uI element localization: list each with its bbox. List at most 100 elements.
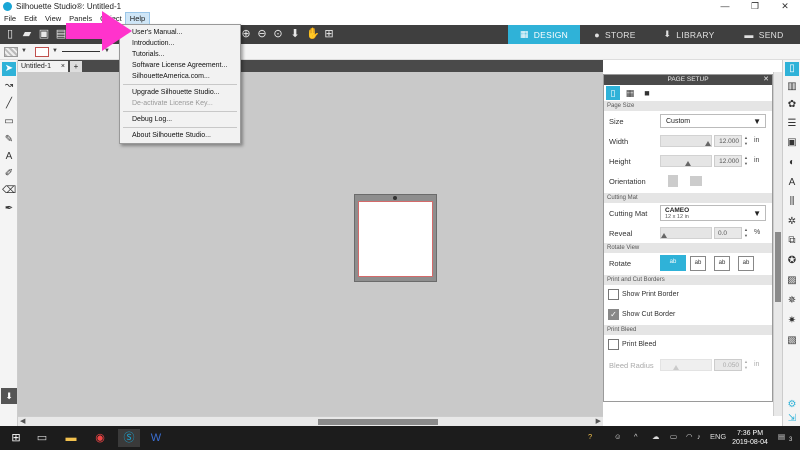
fill-palette-icon[interactable]: ✿ xyxy=(785,98,799,112)
close-icon[interactable]: ✕ xyxy=(763,75,769,85)
drawing-tool-icon[interactable]: ✎ xyxy=(2,133,16,147)
page-sheet[interactable] xyxy=(358,201,433,277)
height-slider[interactable] xyxy=(660,155,712,167)
menu-view[interactable]: View xyxy=(41,13,65,25)
rotate-180-button[interactable]: ab xyxy=(714,256,730,271)
show-cut-border-checkbox[interactable]: ✓ xyxy=(608,309,619,320)
transparency-icon[interactable]: ◐ xyxy=(785,156,799,170)
page-setup-icon[interactable]: ▯ xyxy=(785,62,799,76)
slider-handle-icon[interactable] xyxy=(685,161,691,166)
new-document-icon[interactable]: ▯ xyxy=(4,28,16,40)
cloud-tray-icon[interactable]: ☁ xyxy=(652,432,660,441)
menu-file[interactable]: File xyxy=(0,13,20,25)
rotate-0-button[interactable]: ab xyxy=(660,255,686,271)
point-edit-tool-icon[interactable]: ↝ xyxy=(2,79,16,93)
reveal-slider[interactable] xyxy=(660,227,712,239)
menu-item-tutorials[interactable]: Tutorials... xyxy=(120,49,240,60)
print-bleed-checkbox[interactable] xyxy=(608,339,619,350)
language-indicator[interactable]: ENG xyxy=(710,432,726,441)
library-download-icon[interactable]: ⬇ xyxy=(1,388,17,404)
landscape-icon[interactable] xyxy=(690,176,702,186)
tab-store[interactable]: ● STORE xyxy=(580,25,650,44)
slider-handle-icon[interactable] xyxy=(673,365,679,370)
line-color-swatch[interactable] xyxy=(35,47,49,57)
task-view-icon[interactable]: ▭ xyxy=(34,429,50,447)
menu-item-about[interactable]: About Silhouette Studio... xyxy=(120,130,240,141)
align-icon[interactable]: ⫼ xyxy=(785,195,799,209)
height-field[interactable]: 12.000 xyxy=(714,155,742,167)
fit-to-page-icon[interactable]: ⊞ xyxy=(323,28,335,40)
cutting-mat-dropdown[interactable]: CAMEO 12 x 12 in ▼ xyxy=(660,205,766,221)
tab-library[interactable]: ⬇ LIBRARY xyxy=(650,25,728,44)
trace-icon[interactable]: ▨ xyxy=(785,274,799,288)
design-canvas[interactable] xyxy=(18,72,603,416)
wifi-icon[interactable]: ◠ xyxy=(686,432,693,441)
horizontal-scrollbar[interactable]: ◀ ▶ xyxy=(18,416,603,426)
line-tool-icon[interactable]: ╱ xyxy=(2,97,16,111)
slider-handle-icon[interactable] xyxy=(705,141,711,146)
expand-icon[interactable]: ⇲ xyxy=(785,412,799,426)
modify-icon[interactable]: ⧉ xyxy=(785,234,799,248)
vertical-scrollbar[interactable] xyxy=(773,72,782,416)
chrome-icon[interactable]: ◉ xyxy=(92,429,108,447)
rectangle-tool-icon[interactable]: ▭ xyxy=(2,115,16,129)
chevron-down-icon[interactable]: ▼ xyxy=(52,48,58,54)
page-icon[interactable]: ▯ xyxy=(606,86,620,100)
silhouette-taskbar-icon[interactable]: Ⓢ xyxy=(118,429,140,447)
menu-item-license-agreement[interactable]: Software License Agreement... xyxy=(120,60,240,71)
close-button[interactable]: ✕ xyxy=(770,0,800,13)
eraser-tool-icon[interactable]: ⌫ xyxy=(2,184,16,198)
show-print-border-checkbox[interactable] xyxy=(608,289,619,300)
show-hidden-icons-icon[interactable]: ^ xyxy=(634,432,638,441)
open-folder-icon[interactable]: ▰ xyxy=(21,28,33,40)
tab-send[interactable]: ▬ SEND xyxy=(728,25,800,44)
offset-icon[interactable]: ✪ xyxy=(785,254,799,268)
rotate-270-button[interactable]: ab xyxy=(738,256,754,271)
rotate-90-button[interactable]: ab xyxy=(690,256,706,271)
windows-start-icon[interactable]: ⊞ xyxy=(8,429,24,447)
width-spinner[interactable]: ▲ ▼ xyxy=(744,135,750,147)
people-tray-icon[interactable]: ☺ xyxy=(614,432,622,441)
background-icon[interactable]: ■ xyxy=(640,86,654,100)
bleed-radius-field[interactable]: 0.050 xyxy=(714,359,742,371)
fill-color-swatch[interactable] xyxy=(4,47,18,57)
image-icon[interactable]: ▣ xyxy=(785,136,799,150)
menu-item-upgrade[interactable]: Upgrade Silhouette Studio... xyxy=(120,87,240,98)
text-style-icon[interactable]: A xyxy=(785,176,799,190)
line-style-preview[interactable] xyxy=(62,51,100,52)
volume-icon[interactable]: ♪ xyxy=(697,432,701,441)
add-tab-button[interactable]: + xyxy=(70,61,82,72)
notifications-icon[interactable]: ▤ xyxy=(778,432,785,441)
taskbar-clock[interactable]: 7:36 PM 2019-08-04 xyxy=(727,429,773,447)
hatch-icon[interactable]: ▧ xyxy=(785,334,799,348)
move-down-icon[interactable]: ⬇ xyxy=(289,28,301,40)
document-tab[interactable]: Untitled-1 × xyxy=(18,61,68,72)
replicate-icon[interactable]: ✲ xyxy=(785,215,799,229)
grid-icon[interactable]: ▦ xyxy=(623,86,637,100)
save-icon[interactable]: ▣ xyxy=(38,28,50,40)
menu-item-silhouette-america[interactable]: SilhouetteAmerica.com... xyxy=(120,71,240,82)
zoom-out-icon[interactable]: ⊖ xyxy=(256,28,268,40)
bleed-radius-spinner[interactable]: ▲ ▼ xyxy=(744,359,750,371)
menu-item-debug-log[interactable]: Debug Log... xyxy=(120,114,240,125)
vertical-scroll-thumb[interactable] xyxy=(775,232,781,302)
reveal-field[interactable]: 0.0 xyxy=(714,227,742,239)
pan-hand-icon[interactable]: ✋ xyxy=(306,28,320,40)
bleed-radius-slider[interactable] xyxy=(660,359,712,371)
menu-item-introduction[interactable]: Introduction... xyxy=(120,38,240,49)
slider-handle-icon[interactable] xyxy=(661,233,667,238)
battery-icon[interactable]: ▭ xyxy=(670,432,677,441)
sketch-icon[interactable]: ✵ xyxy=(785,294,799,308)
close-tab-icon[interactable]: × xyxy=(61,61,65,72)
reveal-spinner[interactable]: ▲ ▼ xyxy=(744,227,750,239)
zoom-select-icon[interactable]: ⊙ xyxy=(272,28,284,40)
help-tray-icon[interactable]: ? xyxy=(588,432,592,441)
select-tool-icon[interactable]: ➤ xyxy=(2,62,16,76)
settings-gear-icon[interactable]: ⚙ xyxy=(785,398,799,412)
maximize-button[interactable]: ❐ xyxy=(740,0,770,13)
line-style-icon[interactable]: ☰ xyxy=(785,117,799,131)
word-icon[interactable]: W xyxy=(148,429,164,447)
rhinestone-icon[interactable]: ✷ xyxy=(785,314,799,328)
minimize-button[interactable]: — xyxy=(710,0,740,13)
portrait-icon[interactable] xyxy=(668,175,678,187)
